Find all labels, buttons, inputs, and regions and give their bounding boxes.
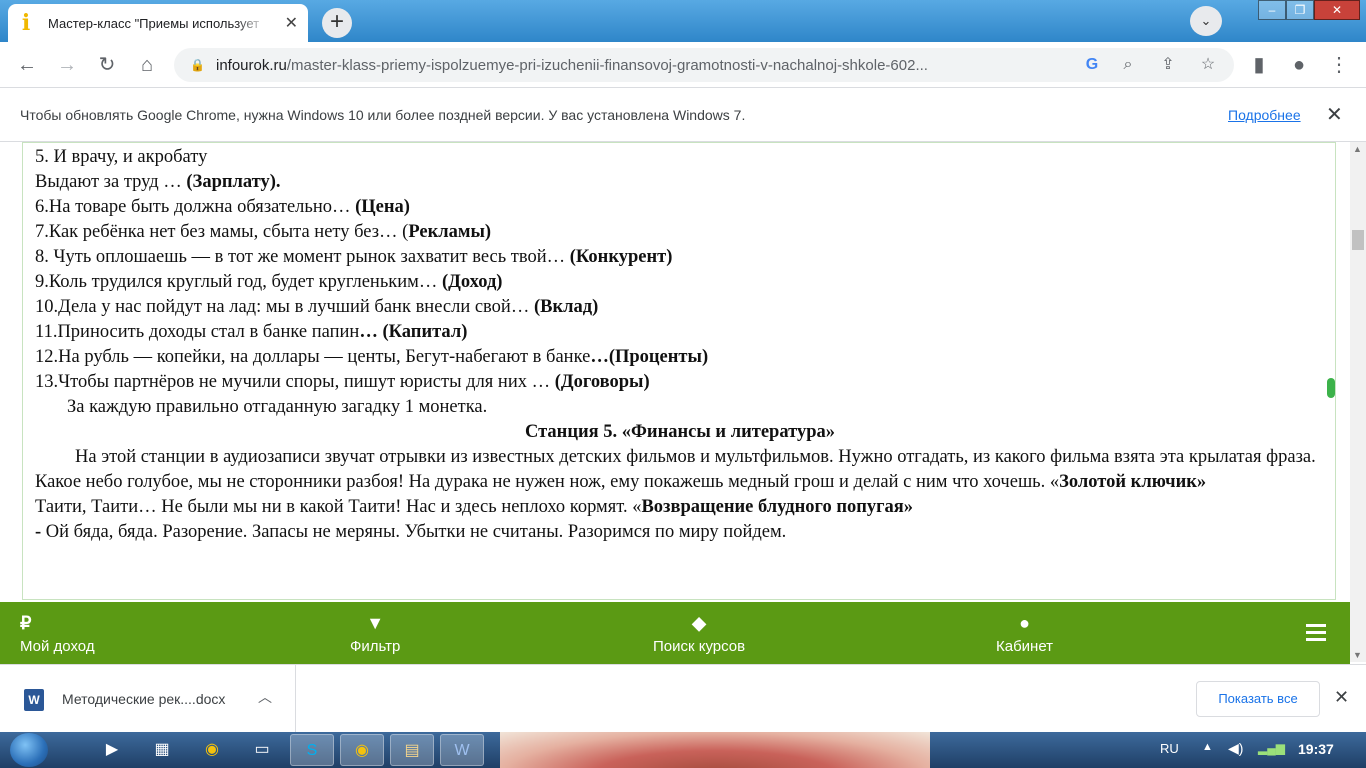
ruble-icon: ₽ — [20, 613, 32, 633]
riddle-line: 9.Коль трудился круглый год, будет кругл… — [35, 272, 503, 292]
page-content: 5. И врачу, и акробату Выдают за труд … … — [0, 142, 1350, 602]
riddle-line: 7.Как ребёнка нет без мамы, сбыта нету б… — [35, 222, 492, 242]
minimize-button[interactable]: – — [1258, 0, 1286, 20]
riddle-line: 12.На рубль — копейки, на доллары — цент… — [35, 347, 709, 367]
scrollbar-thumb[interactable] — [1352, 230, 1364, 250]
wallpaper-fragment — [500, 732, 930, 768]
nav-label: Поиск курсов — [653, 638, 746, 655]
downloads-bar: W Методические рек....docx ︿ Показать вс… — [0, 664, 1366, 733]
download-file-name[interactable]: Методические рек....docx — [62, 691, 225, 707]
word-doc-icon: W — [24, 689, 44, 711]
skype-icon[interactable]: S — [290, 734, 334, 766]
language-indicator[interactable]: RU — [1160, 741, 1179, 756]
nav-cabinet[interactable]: ● Кабинет — [996, 612, 1053, 655]
url-text[interactable]: infourok.ru/master-klass-priemy-ispolzue… — [216, 57, 1066, 74]
riddle-line: Выдают за труд … (Зарплату). — [35, 172, 281, 192]
graduation-cap-icon: ◆ — [692, 613, 706, 633]
nav-label: Фильтр — [350, 638, 401, 655]
scroll-down-icon[interactable]: ▼ — [1353, 650, 1362, 660]
zoom-icon[interactable]: ⌕ — [1116, 53, 1140, 77]
volume-icon[interactable]: ◀) — [1228, 740, 1243, 757]
learn-more-link[interactable]: Подробнее — [1228, 107, 1301, 123]
browser-toolbar: ← → ↻ ⌂ 🔒 infourok.ru/master-klass-priem… — [0, 42, 1366, 88]
quote-line: Какое небо голубое, мы не сторонники раз… — [35, 472, 1207, 492]
tab-title: Мастер-класс "Приемы использует — [48, 15, 260, 31]
info-message: Чтобы обновлять Google Chrome, нужна Win… — [20, 107, 746, 123]
windows-taskbar: ▶ ▦ ◉ ▭ S ◉ ▤ W RU ▲ ◀) ▂▄▆ 19:37 — [0, 732, 1366, 768]
chrome-taskbar-icon[interactable]: ◉ — [190, 734, 234, 766]
riddle-line: 10.Дела у нас пойдут на лад: мы в лучший… — [35, 297, 599, 317]
nav-my-income[interactable]: ₽ Мой доход — [20, 612, 95, 655]
maximize-button[interactable]: ❐ — [1286, 0, 1314, 20]
riddle-line: 8. Чуть оплошаешь — в тот же момент рыно… — [35, 247, 673, 267]
page-scrollbar[interactable]: ▲ ▼ — [1350, 142, 1366, 662]
riddle-line: 11.Приносить доходы стал в банке папин… … — [35, 322, 468, 342]
chrome-active-icon[interactable]: ◉ — [340, 734, 384, 766]
scroll-position-marker — [1327, 378, 1335, 398]
nav-label: Мой доход — [20, 638, 95, 655]
station-intro: На этой станции в аудиозаписи звучат отр… — [75, 447, 1316, 467]
tab-strip: i Мастер-класс "Приемы использует ✕ + ⌄ … — [0, 0, 1366, 42]
share-icon[interactable]: ⇪ — [1156, 53, 1180, 77]
signal-icon[interactable]: ▂▄▆ — [1258, 741, 1285, 755]
nav-course-search[interactable]: ◆ Поиск курсов — [653, 612, 745, 655]
reload-icon[interactable]: ↻ — [94, 52, 120, 78]
site-bottom-nav: ₽ Мой доход ▼ Фильтр ◆ Поиск курсов ● Ка… — [0, 602, 1350, 664]
window-controls: – ❐ ✕ — [1258, 0, 1360, 20]
update-info-bar: Чтобы обновлять Google Chrome, нужна Win… — [0, 88, 1366, 142]
back-arrow-icon[interactable]: ← — [14, 52, 40, 78]
chevron-up-icon[interactable]: ︿ — [258, 687, 272, 707]
clock[interactable]: 19:37 — [1298, 741, 1334, 757]
infobar-close-icon[interactable]: ✕ — [1326, 102, 1343, 127]
user-icon: ● — [1019, 613, 1030, 633]
new-tab-button[interactable]: + — [322, 8, 352, 38]
quote-line: - Ой бяда, бяда. Разорение. Запасы не ме… — [35, 522, 787, 542]
side-panel-icon[interactable]: ▮ — [1246, 52, 1272, 78]
riddle-line: 6.На товаре быть должна обязательно… (Це… — [35, 197, 410, 217]
terminal-app-icon[interactable]: ▭ — [240, 734, 284, 766]
nav-label: Кабинет — [996, 638, 1054, 655]
reward-text: За каждую правильно отгаданную загадку 1… — [67, 397, 488, 417]
media-player-icon[interactable]: ▶ — [90, 734, 134, 766]
lock-icon[interactable]: 🔒 — [190, 58, 205, 72]
station-title: Станция 5. «Финансы и литература» — [524, 422, 835, 442]
downloads-close-icon[interactable]: ✕ — [1334, 687, 1349, 708]
show-all-button[interactable]: Показать все — [1196, 681, 1320, 717]
profile-avatar-icon[interactable]: ● — [1286, 52, 1312, 78]
download-item[interactable]: W Методические рек....docx ︿ — [0, 665, 296, 733]
browser-tab[interactable]: i Мастер-класс "Приемы использует ✕ — [8, 4, 308, 42]
word-taskbar-icon[interactable]: W — [440, 734, 484, 766]
home-icon[interactable]: ⌂ — [134, 52, 160, 78]
window-close-button[interactable]: ✕ — [1314, 0, 1360, 20]
scroll-up-icon[interactable]: ▲ — [1353, 144, 1362, 154]
hamburger-menu-icon[interactable] — [1306, 624, 1326, 645]
riddle-line: 13.Чтобы партнёров не мучили споры, пишу… — [35, 372, 650, 392]
explorer-folder-icon[interactable]: ▤ — [390, 734, 434, 766]
nav-filter[interactable]: ▼ Фильтр — [350, 612, 400, 655]
filter-icon: ▼ — [366, 613, 385, 633]
tab-search-chevron-icon[interactable]: ⌄ — [1190, 6, 1222, 36]
bookmark-star-icon[interactable]: ☆ — [1196, 53, 1220, 77]
address-bar[interactable]: 🔒 infourok.ru/master-klass-priemy-ispolz… — [174, 48, 1234, 82]
forward-arrow-icon[interactable]: → — [54, 52, 80, 78]
network-app-icon[interactable]: ▦ — [140, 734, 184, 766]
quote-line: Таити, Таити… Не были мы ни в какой Таит… — [35, 497, 914, 517]
google-translate-icon[interactable]: G — [1080, 53, 1104, 77]
riddle-line: 5. И врачу, и акробату — [35, 147, 208, 167]
chrome-menu-icon[interactable]: ⋮ — [1326, 52, 1352, 78]
tray-expand-icon[interactable]: ▲ — [1202, 741, 1213, 753]
infourok-favicon-icon: i — [21, 10, 31, 36]
tab-close-icon[interactable]: ✕ — [285, 13, 298, 33]
start-button-icon[interactable] — [10, 733, 48, 767]
article-body: 5. И врачу, и акробату Выдают за труд … … — [22, 142, 1336, 600]
